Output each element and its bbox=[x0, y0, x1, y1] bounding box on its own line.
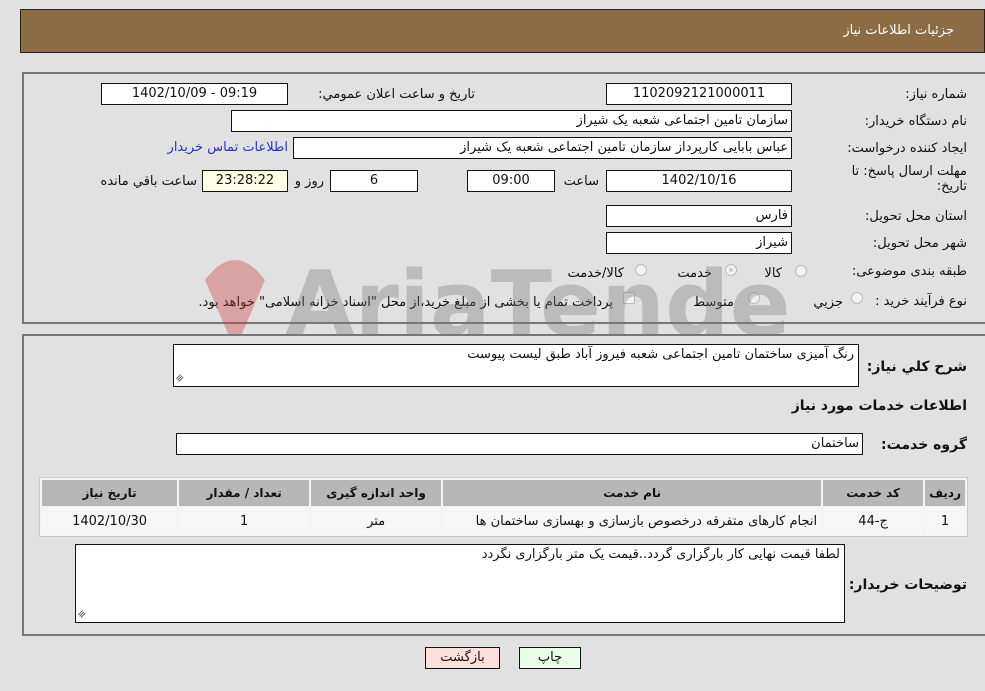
col-quantity: تعداد / مقدار bbox=[179, 480, 310, 506]
buyer-notes-label: توضیحات خریدار: bbox=[848, 577, 967, 593]
treasury-checkbox[interactable] bbox=[623, 292, 635, 304]
treasury-note: پرداخت تمام یا بخشی از مبلغ خرید،از محل … bbox=[198, 295, 613, 310]
page-title: جزئیات اطلاعات نیاز bbox=[843, 23, 954, 38]
summary-textarea[interactable]: رنگ آمیزی ساختمان تامین اجتماعی شعبه فیر… bbox=[173, 344, 859, 387]
print-button[interactable]: چاپ bbox=[519, 647, 581, 669]
announce-datetime-label: تاریخ و ساعت اعلان عمومي: bbox=[318, 87, 475, 102]
need-number-field: 1102092121000011 bbox=[606, 83, 792, 105]
purchase-type-radio-minor[interactable] bbox=[851, 292, 863, 304]
requester-label: ایجاد کننده درخواست: bbox=[847, 141, 967, 156]
announce-datetime-field: 1402/10/09 - 09:19 bbox=[101, 83, 288, 105]
purchase-type-radio-medium[interactable] bbox=[748, 292, 760, 304]
category-option-goods-service: کالا/خدمت bbox=[567, 266, 624, 281]
deadline-date-field: 1402/10/16 bbox=[606, 170, 792, 192]
cell-unit: متر bbox=[311, 508, 442, 534]
page-header: جزئیات اطلاعات نیاز bbox=[20, 9, 985, 53]
back-button[interactable]: بازگشت bbox=[425, 647, 500, 669]
buyer-contact-link[interactable]: اطلاعات تماس خریدار bbox=[168, 140, 288, 155]
cell-need-date: 1402/10/30 bbox=[42, 508, 178, 534]
cell-service-code: ج-44 bbox=[823, 508, 924, 534]
cell-row-number: 1 bbox=[925, 508, 965, 534]
buyer-org-field: سازمان تامین اجتماعی شعبه یک شیراز bbox=[231, 110, 792, 132]
province-field: فارس bbox=[606, 205, 792, 227]
summary-label: شرح کلي نیاز: bbox=[866, 359, 967, 375]
deadline-time-label: ساعت bbox=[563, 174, 599, 189]
remaining-time-field: 23:28:22 bbox=[202, 170, 288, 192]
service-group-field: ساختمان bbox=[176, 433, 863, 455]
table-row: 1 ج-44 انجام کارهای متفرقه درخصوص بازساز… bbox=[42, 508, 965, 534]
category-label: طبقه بندی موضوعی: bbox=[851, 264, 967, 279]
city-label: شهر محل تحویل: bbox=[872, 236, 967, 251]
cell-service-name: انجام کارهای متفرقه درخصوص بازسازی و بهس… bbox=[443, 508, 822, 534]
resize-grip-icon[interactable]: ≡ bbox=[173, 372, 187, 386]
resize-grip-icon[interactable]: ≡ bbox=[75, 608, 89, 622]
remaining-days-field: 6 bbox=[330, 170, 418, 192]
city-field: شیراز bbox=[606, 232, 792, 254]
days-label: روز و bbox=[294, 174, 324, 189]
services-table-wrapper: ردیف کد خدمت نام خدمت واحد اندازه گیری ت… bbox=[39, 477, 968, 537]
services-section-title: اطلاعات خدمات مورد نیاز bbox=[791, 398, 967, 414]
services-table: ردیف کد خدمت نام خدمت واحد اندازه گیری ت… bbox=[39, 477, 968, 537]
remaining-time-label: ساعت باقي مانده bbox=[100, 174, 197, 189]
col-unit: واحد اندازه گیری bbox=[311, 480, 442, 506]
deadline-label-line2: تاریخ: bbox=[936, 179, 967, 194]
buyer-org-label: نام دستگاه خریدار: bbox=[864, 114, 967, 129]
category-radio-service[interactable] bbox=[725, 264, 737, 276]
col-row-number: ردیف bbox=[925, 480, 965, 506]
buyer-notes-text: لطفا قیمت نهایی کار بارگزاری گردد..قیمت … bbox=[481, 547, 840, 562]
purchase-type-label: نوع فرآیند خرید : bbox=[875, 294, 967, 309]
purchase-type-option-medium: متوسط bbox=[693, 295, 734, 310]
col-need-date: تاریخ نیاز bbox=[42, 480, 178, 506]
requester-field: عباس بابایی کارپرداز سازمان تامین اجتماع… bbox=[293, 137, 792, 159]
col-service-name: نام خدمت bbox=[443, 480, 822, 506]
need-number-label: شماره نیاز: bbox=[905, 87, 967, 102]
cell-quantity: 1 bbox=[179, 508, 310, 534]
purchase-type-option-minor: جزيي bbox=[813, 295, 843, 310]
deadline-label: مهلت ارسال پاسخ: تا تاریخ: bbox=[852, 164, 967, 194]
category-radio-goods-service[interactable] bbox=[635, 264, 647, 276]
category-option-service: خدمت bbox=[677, 266, 712, 281]
service-group-label: گروه خدمت: bbox=[881, 437, 967, 453]
col-service-code: کد خدمت bbox=[823, 480, 924, 506]
category-radio-goods[interactable] bbox=[795, 265, 807, 277]
province-label: استان محل تحویل: bbox=[865, 209, 967, 224]
deadline-time-field: 09:00 bbox=[467, 170, 555, 192]
deadline-label-line1: مهلت ارسال پاسخ: تا bbox=[851, 164, 967, 179]
category-option-goods: کالا bbox=[764, 266, 782, 281]
summary-text: رنگ آمیزی ساختمان تامین اجتماعی شعبه فیر… bbox=[467, 347, 854, 362]
buyer-notes-textarea[interactable]: لطفا قیمت نهایی کار بارگزاری گردد..قیمت … bbox=[75, 544, 845, 623]
table-header-row: ردیف کد خدمت نام خدمت واحد اندازه گیری ت… bbox=[42, 480, 965, 506]
